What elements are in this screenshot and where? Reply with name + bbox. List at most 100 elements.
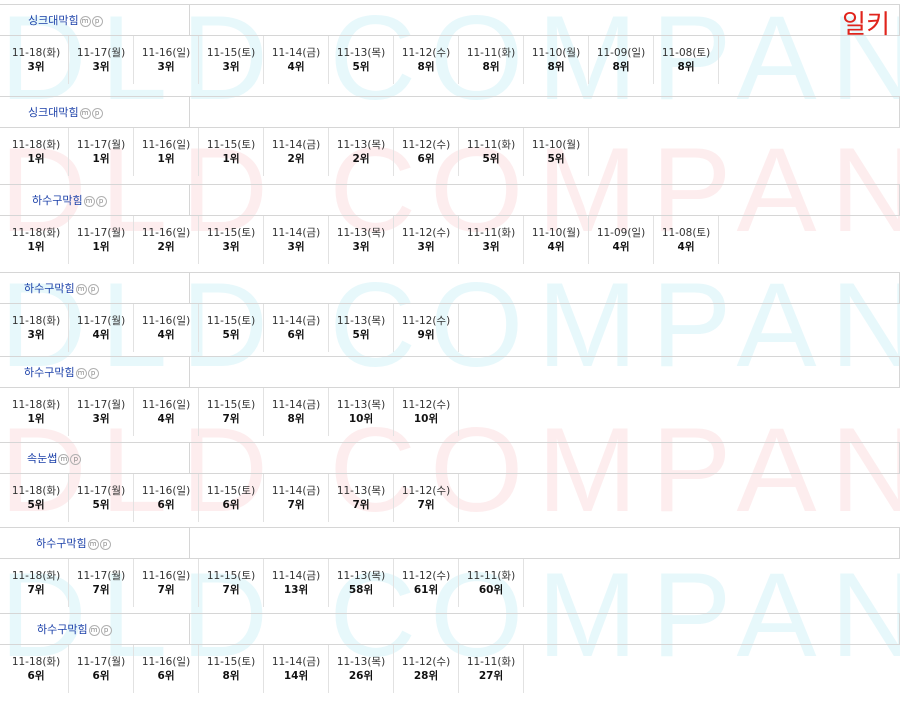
rank-date: 11-14(금) (271, 656, 321, 668)
rank-cell: 11-13(목) 2위 (329, 128, 394, 176)
rank-cell: 11-15(토) 3위 (199, 216, 264, 264)
rank-value: 1위 (157, 153, 175, 165)
rank-cell: 11-09(일) 8위 (589, 36, 654, 84)
rank-date: 11-17(월) (76, 227, 126, 239)
rank-cell: 11-12(수) 8위 (394, 36, 459, 84)
rank-cell: 11-12(수) 6위 (394, 128, 459, 176)
keyword-label[interactable]: 하수구막힘 (24, 366, 75, 379)
rank-date: 11-14(금) (271, 47, 321, 59)
rank-cell: 11-13(목) 58위 (329, 559, 394, 607)
rank-cell: 11-16(일) 7위 (134, 559, 199, 607)
rank-date: 11-18(화) (11, 656, 61, 668)
rank-value: 1위 (222, 153, 240, 165)
rank-cell: 11-13(목) 5위 (329, 36, 394, 84)
rank-value: 6위 (417, 153, 435, 165)
rank-cell: 11-14(금) 14위 (264, 645, 329, 693)
keyword-label[interactable]: 하수구막힘 (37, 623, 88, 636)
rank-date: 11-11(화) (466, 227, 516, 239)
rank-cell: 11-17(월) 6위 (69, 645, 134, 693)
section-header: 하수구막힘 m p (0, 613, 900, 645)
mobile-badge-icon: m (79, 15, 91, 27)
rank-cell: 11-12(수) 10위 (394, 388, 459, 436)
rank-row: 11-18(화) 5위 11-17(월) 5위 11-16(일) 6위 11-15(토) 6위… (4, 474, 459, 524)
rank-value: 8위 (547, 61, 565, 73)
rank-value: 1위 (92, 241, 110, 253)
header-divider (189, 273, 190, 303)
rank-value: 5위 (482, 153, 500, 165)
rank-cell: 11-10(월) 4위 (524, 216, 589, 264)
rank-value: 2위 (157, 241, 175, 253)
keyword-title[interactable]: 싱크대막힘 m p (28, 12, 103, 28)
section-header: 싱크대막힘 m p (0, 4, 900, 36)
rank-cell: 11-12(수) 7위 (394, 474, 459, 522)
header-divider (189, 443, 190, 473)
rank-cell: 11-18(화) 5위 (4, 474, 69, 522)
rank-cell: 11-14(금) 13위 (264, 559, 329, 607)
section-header: 하수구막힘 m p (0, 184, 900, 216)
keyword-title[interactable]: 하수구막힘 m p (24, 364, 99, 380)
rank-cell: 11-12(수) 9위 (394, 304, 459, 352)
rank-cell: 11-16(일) 6위 (134, 645, 199, 693)
rank-cell: 11-10(월) 5위 (524, 128, 589, 176)
rank-date: 11-18(화) (11, 570, 61, 582)
keyword-label[interactable]: 싱크대막힘 (28, 14, 79, 27)
rank-value: 3위 (27, 329, 45, 341)
rank-cell: 11-13(목) 3위 (329, 216, 394, 264)
rank-value: 28위 (413, 670, 439, 682)
rank-cell: 11-16(일) 6위 (134, 474, 199, 522)
keyword-title[interactable]: 속눈썹 m p (27, 450, 82, 466)
rank-date: 11-14(금) (271, 227, 321, 239)
rank-date: 11-18(화) (11, 315, 61, 327)
rank-row: 11-18(화) 6위 11-17(월) 6위 11-16(일) 6위 11-15(토) 8위… (4, 645, 524, 695)
rank-cell: 11-17(월) 7위 (69, 559, 134, 607)
keyword-label[interactable]: 하수구막힘 (36, 537, 87, 550)
pc-badge-icon: p (91, 15, 103, 27)
rank-value: 7위 (352, 499, 370, 511)
rank-cell: 11-13(목) 5위 (329, 304, 394, 352)
header-divider (189, 614, 190, 644)
rank-cell: 11-17(월) 3위 (69, 36, 134, 84)
rank-cell: 11-15(토) 7위 (199, 559, 264, 607)
rank-date: 11-08(토) (661, 47, 711, 59)
rank-value: 5위 (352, 61, 370, 73)
keyword-label[interactable]: 속눈썹 (27, 452, 57, 465)
rank-value: 14위 (283, 670, 309, 682)
rank-date: 11-17(월) (76, 139, 126, 151)
rank-row: 11-18(화) 1위 11-17(월) 3위 11-16(일) 4위 11-15(토) 7위… (4, 388, 459, 438)
rank-value: 10위 (348, 413, 374, 425)
rank-date: 11-12(수) (401, 399, 451, 411)
keyword-title[interactable]: 하수구막힘 m p (32, 192, 107, 208)
rank-cell: 11-18(화) 3위 (4, 304, 69, 352)
keyword-label[interactable]: 싱크대막힘 (28, 106, 79, 119)
rank-value: 3위 (92, 413, 110, 425)
rank-cell: 11-16(일) 1위 (134, 128, 199, 176)
keyword-title[interactable]: 싱크대막힘 m p (28, 104, 103, 120)
rank-date: 11-14(금) (271, 399, 321, 411)
rank-value: 4위 (612, 241, 630, 253)
rank-cell: 11-11(화) 5위 (459, 128, 524, 176)
rank-date: 11-10(월) (531, 139, 581, 151)
rank-value: 3위 (417, 241, 435, 253)
mobile-badge-icon: m (75, 367, 87, 379)
rank-value: 3위 (222, 61, 240, 73)
rank-date: 11-15(토) (206, 139, 256, 151)
rank-date: 11-15(토) (206, 399, 256, 411)
rank-date: 11-13(목) (336, 227, 386, 239)
rank-date: 11-08(토) (661, 227, 711, 239)
rank-value: 5위 (92, 499, 110, 511)
mobile-badge-icon: m (87, 538, 99, 550)
keyword-title[interactable]: 하수구막힘 m p (24, 280, 99, 296)
mobile-badge-icon: m (79, 107, 91, 119)
section-header: 하수구막힘 m p (0, 272, 900, 304)
keyword-title[interactable]: 하수구막힘 m p (36, 535, 111, 551)
rank-date: 11-12(수) (401, 485, 451, 497)
rank-date: 11-16(일) (141, 227, 191, 239)
rank-cell: 11-16(일) 4위 (134, 304, 199, 352)
rank-row: 11-18(화) 7위 11-17(월) 7위 11-16(일) 7위 11-15(토) 7위… (4, 559, 524, 609)
keyword-label[interactable]: 하수구막힘 (32, 194, 83, 207)
rank-date: 11-13(목) (336, 139, 386, 151)
keyword-label[interactable]: 하수구막힘 (24, 282, 75, 295)
keyword-title[interactable]: 하수구막힘 m p (37, 621, 112, 637)
rank-cell: 11-16(일) 3위 (134, 36, 199, 84)
rank-value: 7위 (417, 499, 435, 511)
